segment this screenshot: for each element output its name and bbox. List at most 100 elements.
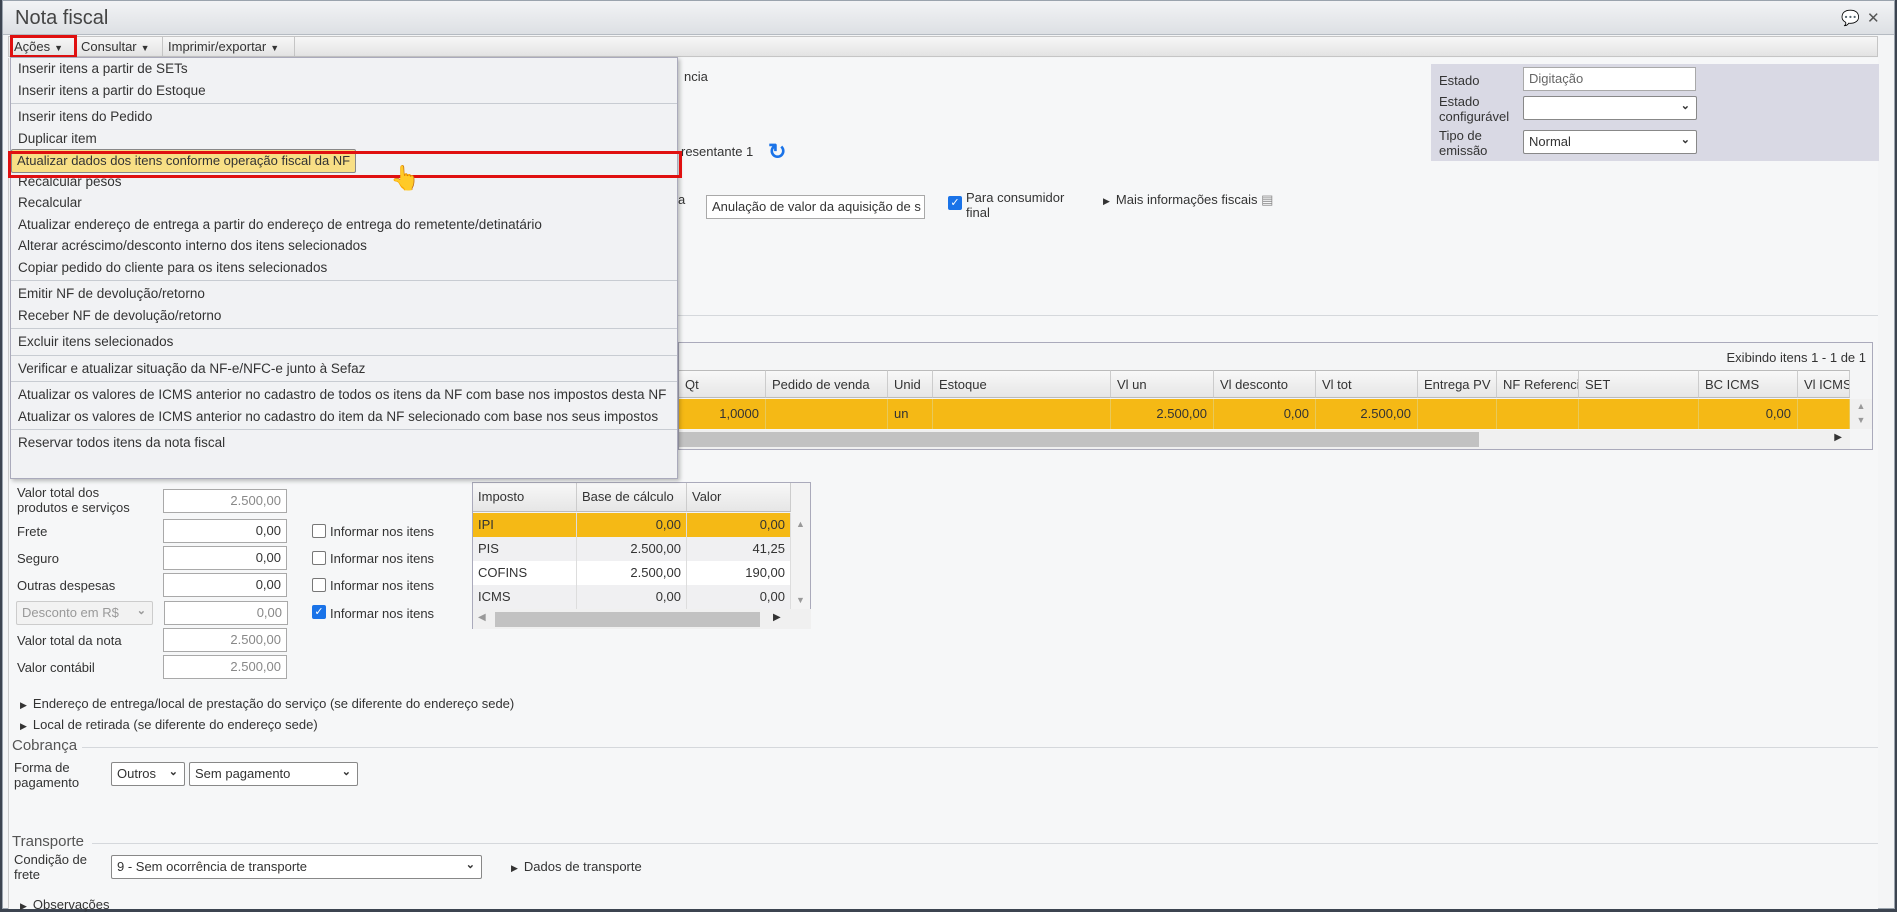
menu-item[interactable]: Excluir itens selecionados (11, 331, 677, 353)
menu-item[interactable]: Reservar todos itens da nota fiscal (11, 432, 677, 454)
forma-pagamento-select[interactable]: Outros ⌄ (111, 762, 185, 786)
triangle-right-icon: ▶ (1103, 196, 1110, 206)
table-cell[interactable]: 1,0000 (679, 399, 766, 429)
estado-label: Estado (1439, 73, 1480, 88)
column-header[interactable]: Vl ICMS (1798, 370, 1850, 398)
table-cell[interactable]: 190,00 (687, 561, 791, 585)
table-cell[interactable]: ICMS (473, 585, 577, 609)
consumidor-final-checkbox[interactable]: ✓ (948, 196, 962, 210)
endereco-entrega-expander[interactable]: ▶ Endereço de entrega/local de prestação … (20, 696, 514, 711)
dados-transporte-expander[interactable]: ▶ Dados de transporte (511, 859, 642, 874)
table-cell[interactable]: 41,25 (687, 537, 791, 561)
column-header[interactable]: BC ICMS (1699, 370, 1798, 398)
seguro-label: Seguro (17, 551, 59, 566)
outras-despesas-input[interactable]: 0,00 (163, 573, 287, 597)
vertical-scrollbar[interactable]: ▲ ▼ (791, 513, 811, 609)
menu-item[interactable]: Emitir NF de devolução/retorno (11, 283, 677, 305)
column-header[interactable]: NF Referenciada (1497, 370, 1579, 398)
scroll-right-icon[interactable]: ▶ (773, 612, 781, 623)
column-header[interactable]: Entrega PV (1418, 370, 1497, 398)
mais-informacoes-fiscais-link[interactable]: ▶ Mais informações fiscais ▤ (1103, 192, 1273, 208)
table-cell[interactable]: 0,00 (577, 585, 687, 609)
menu-item[interactable]: Inserir itens a partir do Estoque (11, 80, 677, 102)
table-cell[interactable] (1497, 399, 1579, 429)
chat-icon[interactable]: 💬 (1841, 9, 1860, 27)
informar-frete-checkbox[interactable] (312, 524, 326, 538)
column-header[interactable]: Valor (687, 483, 791, 512)
estado-configuravel-select[interactable]: ⌄ (1523, 96, 1697, 120)
informar-seguro-checkbox[interactable] (312, 551, 326, 565)
triangle-right-icon: ▶ (20, 721, 27, 731)
desconto-tipo-select[interactable]: Desconto em R$ ⌄ (16, 601, 153, 625)
seguro-input[interactable]: 0,00 (163, 546, 287, 570)
table-cell[interactable]: PIS (473, 537, 577, 561)
table-cell[interactable]: IPI (473, 513, 577, 537)
frete-input[interactable]: 0,00 (163, 519, 287, 543)
table-cell[interactable] (1798, 399, 1850, 429)
condicao-frete-label: Condição de frete (14, 852, 87, 882)
table-cell[interactable]: 0,00 (1214, 399, 1316, 429)
meio-pagamento-value: Sem pagamento (195, 766, 291, 781)
column-header[interactable]: Unid (888, 370, 933, 398)
column-header[interactable]: Estoque (933, 370, 1111, 398)
document-icon: ▤ (1261, 192, 1274, 207)
table-cell[interactable]: 0,00 (687, 513, 791, 537)
scrollbar-thumb[interactable] (495, 612, 760, 627)
scrollbar-thumb[interactable] (679, 432, 1479, 447)
column-header[interactable]: Vl un (1111, 370, 1214, 398)
menu-item[interactable]: Receber NF de devolução/retorno (11, 305, 677, 327)
table-cell[interactable]: 0,00 (577, 513, 687, 537)
consultar-menu-button[interactable]: Consultar ▼ (76, 37, 163, 56)
table-cell[interactable]: 0,00 (687, 585, 791, 609)
table-cell[interactable]: 0,00 (1699, 399, 1798, 429)
status-panel: Estado Digitação Estado configurável ⌄ T… (1431, 64, 1879, 161)
scroll-right-icon[interactable]: ▶ (1834, 432, 1842, 443)
menu-item[interactable]: Atualizar os valores de ICMS anterior no… (11, 384, 677, 406)
triangle-right-icon: ▶ (511, 863, 518, 873)
horizontal-scrollbar[interactable]: ◀ ▶ (473, 609, 811, 629)
menu-item[interactable]: Alterar acréscimo/desconto interno dos i… (11, 235, 677, 257)
refresh-icon[interactable]: ↻ (768, 139, 786, 165)
table-cell[interactable]: COFINS (473, 561, 577, 585)
meio-pagamento-select[interactable]: Sem pagamento ⌄ (189, 762, 358, 786)
menu-item[interactable]: Recalcular (11, 192, 677, 214)
menu-item[interactable]: Duplicar item (11, 128, 677, 150)
table-cell[interactable] (1579, 399, 1699, 429)
menu-item[interactable]: Copiar pedido do cliente para os itens s… (11, 257, 677, 279)
menu-item[interactable]: Inserir itens do Pedido (11, 106, 677, 128)
table-cell[interactable] (933, 399, 1111, 429)
menu-item[interactable]: Atualizar endereço de entrega a partir d… (11, 214, 677, 236)
menu-item[interactable]: Atualizar os valores de ICMS anterior no… (11, 406, 677, 428)
finalidade-input[interactable]: Anulação de valor da aquisição de s (706, 195, 925, 219)
column-header[interactable]: Vl tot (1316, 370, 1418, 398)
column-header[interactable]: Qt (679, 370, 766, 398)
condicao-frete-select[interactable]: 9 - Sem ocorrência de transporte ⌄ (111, 855, 482, 879)
table-cell[interactable]: 2.500,00 (577, 561, 687, 585)
observacoes-expander[interactable]: ▶ Observações (20, 897, 110, 912)
tipo-emissao-select[interactable]: Normal ⌄ (1523, 130, 1697, 154)
chevron-down-icon: ⌄ (168, 766, 178, 778)
table-cell[interactable]: un (888, 399, 933, 429)
table-cell[interactable]: 2.500,00 (1111, 399, 1214, 429)
menu-item[interactable]: Verificar e atualizar situação da NF-e/N… (11, 358, 677, 380)
column-header[interactable]: Base de cálculo (577, 483, 687, 512)
column-header[interactable]: SET (1579, 370, 1699, 398)
local-retirada-expander[interactable]: ▶ Local de retirada (se diferente do ende… (20, 717, 318, 732)
table-cell[interactable]: 2.500,00 (1316, 399, 1418, 429)
horizontal-scrollbar[interactable]: ▶ (679, 430, 1850, 449)
column-header[interactable]: Imposto (473, 483, 577, 512)
desconto-input[interactable]: 0,00 (164, 601, 288, 625)
table-cell[interactable]: 2.500,00 (577, 537, 687, 561)
local-retirada-label: Local de retirada (se diferente do ender… (32, 717, 318, 732)
table-cell[interactable] (1418, 399, 1497, 429)
close-icon[interactable]: ✕ (1867, 9, 1880, 27)
informar-desconto-checkbox[interactable]: ✓ (312, 605, 326, 619)
vertical-scrollbar[interactable]: ▲ ▼ (1850, 399, 1872, 429)
imprimir-exportar-menu-button[interactable]: Imprimir/exportar ▼ (163, 37, 295, 56)
column-header[interactable]: Pedido de venda (766, 370, 888, 398)
table-cell[interactable] (766, 399, 888, 429)
column-header[interactable]: Vl desconto (1214, 370, 1316, 398)
informar-outras-checkbox[interactable] (312, 578, 326, 592)
scroll-left-icon[interactable]: ◀ (478, 612, 486, 623)
menu-item[interactable]: Inserir itens a partir de SETs (11, 58, 677, 80)
